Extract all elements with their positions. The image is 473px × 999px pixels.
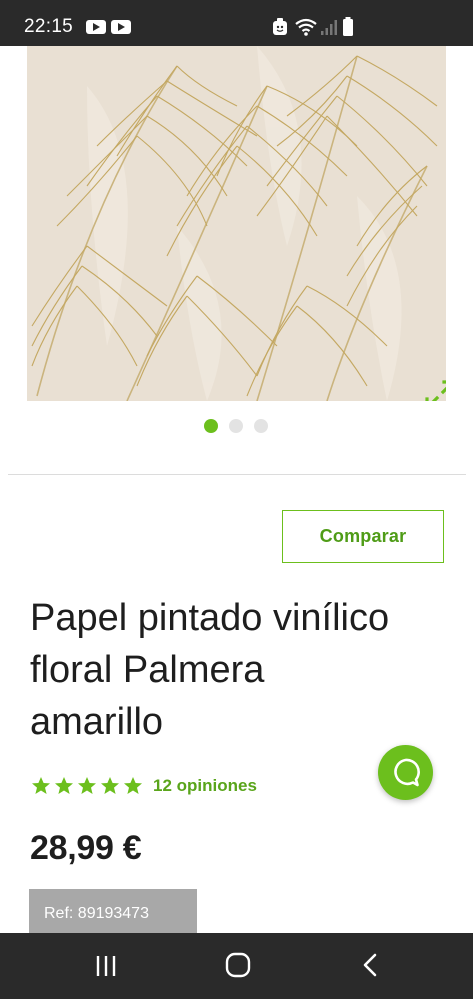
status-time: 22:15 <box>24 16 74 37</box>
back-icon[interactable] <box>358 952 384 978</box>
compare-button[interactable]: Comparar <box>282 510 444 563</box>
palm-wallpaper-pattern <box>27 46 446 401</box>
wifi-icon <box>295 18 317 36</box>
expand-arrows-icon[interactable] <box>423 378 446 401</box>
product-title-line: Papel pintado vinílico <box>30 597 390 639</box>
youtube-notification-icon <box>111 20 131 34</box>
system-navigation-bar <box>0 933 473 999</box>
recent-apps-icon[interactable] <box>93 953 119 979</box>
product-price: 28,99 € <box>30 829 142 867</box>
star-icon <box>32 777 50 794</box>
product-image[interactable] <box>27 46 446 401</box>
chat-bubble-icon <box>394 758 420 787</box>
youtube-notification-icon <box>86 20 106 34</box>
chat-button[interactable] <box>378 745 433 800</box>
star-icon <box>78 777 96 794</box>
reference-badge: Ref: 89193473 <box>29 889 197 933</box>
product-rating[interactable]: 12 opiniones <box>31 774 257 798</box>
star-icon <box>55 777 73 794</box>
reviews-link[interactable]: 12 opiniones <box>153 776 257 796</box>
home-icon[interactable] <box>224 951 252 979</box>
carousel-pagination <box>0 418 473 434</box>
product-title: Papel pintado vinílico floral Palmera am… <box>30 592 440 748</box>
status-bar: 22:15 <box>0 0 473 46</box>
battery-icon <box>343 17 353 36</box>
carousel-dot-2[interactable] <box>229 419 243 433</box>
face-id-icon <box>273 18 287 35</box>
product-title-line: floral Palmera <box>30 649 265 691</box>
carousel-dot-3[interactable] <box>254 419 268 433</box>
product-title-line: amarillo <box>30 701 164 743</box>
signal-icon <box>321 20 337 35</box>
divider <box>8 474 466 475</box>
star-icon <box>124 777 142 794</box>
star-icon <box>101 777 119 794</box>
carousel-dot-1[interactable] <box>204 419 218 433</box>
